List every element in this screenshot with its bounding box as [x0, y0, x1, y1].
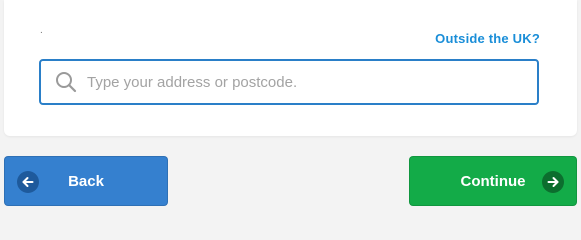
- search-icon: [47, 61, 85, 103]
- continue-button-label: Continue: [460, 172, 526, 190]
- arrow-left-icon: [17, 171, 39, 193]
- arrow-right-icon: [542, 171, 564, 193]
- back-button-label: Back: [68, 172, 104, 190]
- outside-uk-link[interactable]: Outside the UK?: [435, 31, 540, 46]
- continue-button[interactable]: Continue: [409, 156, 577, 206]
- address-search-box[interactable]: [39, 59, 539, 105]
- field-marker: .: [40, 25, 43, 36]
- back-button[interactable]: Back: [4, 156, 168, 206]
- address-lookup-card: . Outside the UK?: [4, 0, 577, 136]
- address-search-input[interactable]: [85, 61, 537, 103]
